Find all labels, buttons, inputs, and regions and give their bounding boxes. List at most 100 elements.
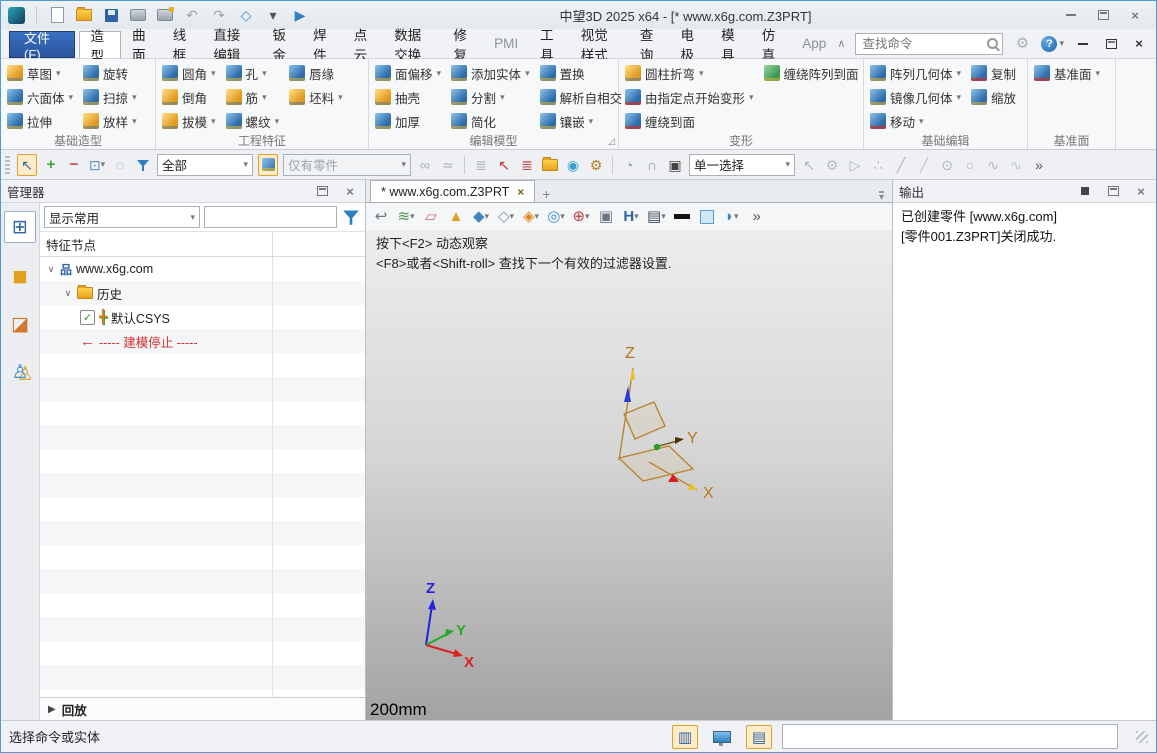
- document-tab[interactable]: * www.x6g.com.Z3PRT ×: [370, 180, 535, 202]
- tree-item[interactable]: ∨品www.x6g.com: [40, 257, 365, 281]
- status-input[interactable]: [782, 724, 1118, 749]
- vtoolbar-overflow-button[interactable]: »: [748, 207, 766, 227]
- ribbon-item-mirror-geometry[interactable]: 镜像几何体▾: [866, 85, 965, 109]
- ribbon-item-scale[interactable]: 缩放: [967, 85, 1020, 109]
- tab-焊件[interactable]: 焊件: [302, 29, 343, 58]
- datum-pyramid-button[interactable]: ▲: [447, 207, 465, 227]
- ribbon-item-revolve[interactable]: 旋转: [79, 61, 141, 85]
- dark-square-button[interactable]: ▣: [666, 155, 684, 175]
- restore-button[interactable]: [1094, 5, 1112, 25]
- tab-曲面[interactable]: 曲面: [121, 29, 162, 58]
- ribbon-item-box[interactable]: 六面体▾: [3, 85, 77, 109]
- monitor-view-button[interactable]: ▤▾: [647, 207, 666, 227]
- sketch-view-button[interactable]: ≋▾: [397, 207, 415, 227]
- ribbon-item-simplify[interactable]: 简化: [447, 109, 534, 133]
- ribbon-item-face-offset[interactable]: 面偏移▾: [371, 61, 445, 85]
- entity-filter-dropdown[interactable]: 全部▾: [157, 154, 253, 176]
- tab-PMI[interactable]: PMI: [483, 29, 529, 58]
- role-manager-tab[interactable]: ♙: [5, 357, 35, 387]
- ribbon-item-inlay[interactable]: 镶嵌▾: [536, 109, 627, 133]
- command-log-button[interactable]: ▤: [746, 725, 772, 749]
- ribbon-item-pattern-geometry[interactable]: 阵列几何体▾: [866, 61, 965, 85]
- file-menu-button[interactable]: 文件(F): [9, 31, 75, 58]
- default-csys-graphic[interactable]: Z Y X: [591, 340, 761, 515]
- monitor-toggle-button[interactable]: [710, 726, 734, 748]
- ribbon-item-resolve-self-intersect[interactable]: 解析自相交: [536, 85, 627, 109]
- tab-shape-active[interactable]: 造型: [79, 31, 122, 58]
- ribbon-item-stock[interactable]: 坯料▾: [285, 85, 347, 109]
- blue-square-button[interactable]: [698, 207, 716, 227]
- checkbox-checked-icon[interactable]: ✓: [80, 310, 95, 325]
- align-plane-button[interactable]: H▾: [622, 207, 640, 227]
- history-clock-button[interactable]: ◔: [620, 155, 638, 175]
- ribbon-item-deform-from-point[interactable]: 由指定点开始变形▾: [621, 85, 758, 109]
- pick-last-button[interactable]: ↖: [495, 155, 513, 175]
- tab-模具[interactable]: 模具: [710, 29, 751, 58]
- tab-修复[interactable]: 修复: [443, 29, 484, 58]
- open-file-button[interactable]: [75, 5, 93, 25]
- pick-region-button[interactable]: ⊡▾: [88, 155, 106, 175]
- tree-filter-dropdown[interactable]: 显示常用▾: [44, 206, 200, 228]
- tab-线框[interactable]: 线框: [162, 29, 203, 58]
- tree-item[interactable]: ←----- 建模停止 -----: [40, 329, 365, 353]
- ribbon-item-thicken[interactable]: 加厚: [371, 109, 445, 133]
- output-close-button[interactable]: ×: [1132, 181, 1150, 201]
- ribbon-item-add-solid[interactable]: 添加实体▾: [447, 61, 534, 85]
- regen-button[interactable]: ◇: [237, 5, 255, 25]
- history-manager-tab[interactable]: ⊞: [4, 211, 36, 243]
- ribbon-item-draft[interactable]: 拔模▾: [158, 109, 220, 133]
- ribbon-item-copy[interactable]: 复制: [967, 61, 1020, 85]
- qat-dropdown-button[interactable]: ▾: [264, 5, 282, 25]
- tab-数据交换[interactable]: 数据交换: [383, 29, 442, 58]
- filter-list-button[interactable]: [134, 155, 152, 175]
- collapse-ribbon-icon[interactable]: ∧: [837, 37, 845, 50]
- ribbon-item-wrap-to-face[interactable]: 缠绕到面: [621, 109, 758, 133]
- polygon-view-button[interactable]: ◈▾: [522, 207, 540, 227]
- tab-App[interactable]: App: [791, 29, 837, 58]
- save-button[interactable]: [102, 5, 120, 25]
- ribbon-item-extrude[interactable]: 拉伸: [3, 109, 77, 133]
- ribbon-item-wrap-pattern-to-face[interactable]: 缠绕阵列到面: [760, 61, 863, 85]
- remove-selection-button[interactable]: −: [65, 155, 83, 175]
- manager-restore-button[interactable]: [313, 181, 331, 201]
- mdi-minimize-button[interactable]: [1074, 34, 1092, 54]
- exit-view-button[interactable]: ↩: [372, 207, 390, 227]
- ribbon-item-thread[interactable]: 螺纹▾: [222, 109, 284, 133]
- dialog-launcher-button[interactable]: ◿: [608, 136, 615, 147]
- wedge-view-button[interactable]: ◗▾: [723, 207, 741, 227]
- ribbon-item-sketch[interactable]: 草图▾: [3, 61, 77, 85]
- ribbon-item-chamfer[interactable]: 倒角: [158, 85, 220, 109]
- ribbon-item-loft[interactable]: 放样▾: [79, 109, 141, 133]
- mdi-restore-button[interactable]: [1102, 34, 1120, 54]
- tab-直接编辑[interactable]: 直接编辑: [202, 29, 261, 58]
- tree-funnel-icon[interactable]: [343, 209, 359, 225]
- toolbar-toggle-button[interactable]: ▥: [672, 725, 698, 749]
- selection-mode-dropdown[interactable]: 单一选择▾: [689, 154, 795, 176]
- new-file-button[interactable]: [48, 5, 66, 25]
- model-canvas[interactable]: 按下<F2> 动态观察 <F8>或者<Shift-roll> 查找下一个有效的过…: [366, 230, 892, 720]
- ribbon-item-sweep[interactable]: 扫掠▾: [79, 85, 141, 109]
- ribbon-item-datum-plane[interactable]: 基准面▾: [1030, 61, 1104, 85]
- resize-grip[interactable]: [1136, 731, 1148, 743]
- output-pin-button[interactable]: [1076, 181, 1094, 201]
- ribbon-item-replace[interactable]: 置换: [536, 61, 627, 85]
- shaded-view-button[interactable]: ◆▾: [472, 207, 490, 227]
- output-restore-button[interactable]: [1104, 181, 1122, 201]
- redo-button[interactable]: ↷: [210, 5, 228, 25]
- curve-pick-button[interactable]: ∩: [643, 155, 661, 175]
- tab-仿真[interactable]: 仿真: [751, 29, 792, 58]
- tab-电极[interactable]: 电极: [670, 29, 711, 58]
- help-button[interactable]: ?▾: [1041, 34, 1064, 54]
- tab-查询[interactable]: 查询: [629, 29, 670, 58]
- tree-item[interactable]: ∨历史: [40, 281, 365, 305]
- tab-钣金[interactable]: 钣金: [262, 29, 303, 58]
- manager-close-button[interactable]: ×: [341, 181, 359, 201]
- settings-gear-icon[interactable]: ⚙: [1013, 34, 1031, 54]
- ribbon-item-divide[interactable]: 分割▾: [447, 85, 534, 109]
- select-tool-button[interactable]: ↖: [17, 154, 37, 176]
- tab-list-dropdown[interactable]: ▾: [879, 191, 884, 202]
- expand-chevron-icon[interactable]: ∨: [63, 288, 73, 299]
- undo-button[interactable]: ↶: [183, 5, 201, 25]
- new-tab-button[interactable]: +: [535, 186, 557, 202]
- ribbon-item-rib[interactable]: 筋▾: [222, 85, 284, 109]
